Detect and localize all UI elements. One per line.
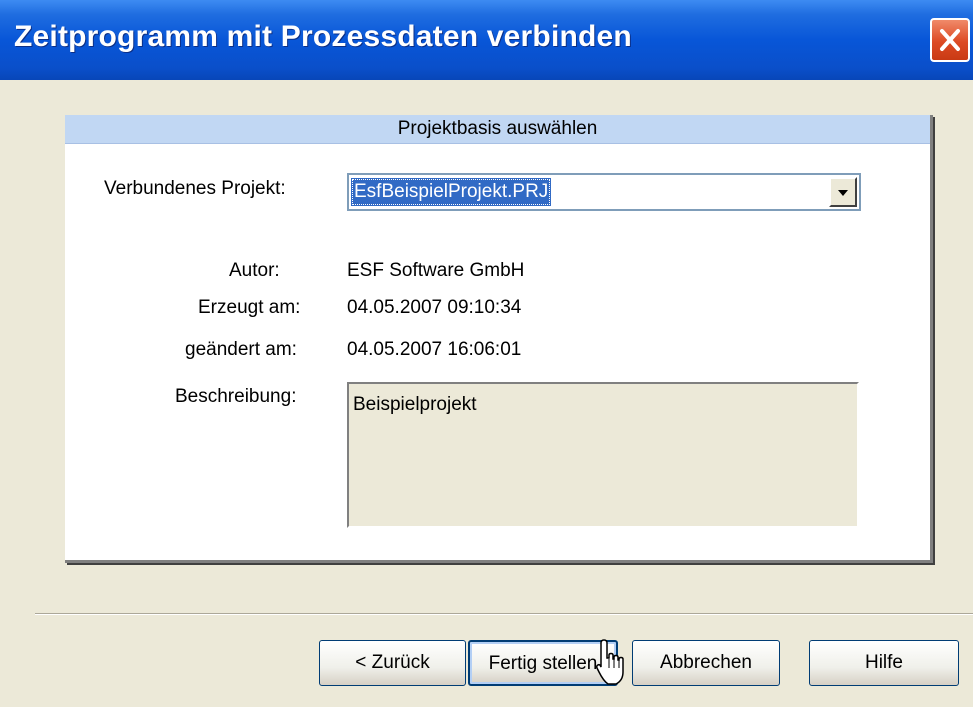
author-value: ESF Software GmbH <box>347 260 525 281</box>
panel-header: Projektbasis auswählen <box>65 115 930 144</box>
created-label: Erzeugt am: <box>198 297 301 318</box>
author-label: Autor: <box>229 260 280 281</box>
changed-label: geändert am: <box>185 339 297 360</box>
project-label: Verbundenes Projekt: <box>104 178 286 199</box>
cancel-button[interactable]: Abbrechen <box>632 640 780 686</box>
separator <box>35 613 973 615</box>
dropdown-button[interactable] <box>829 177 857 207</box>
created-value: 04.05.2007 09:10:34 <box>347 297 522 318</box>
title-bar[interactable]: Zeitprogramm mit Prozessdaten verbinden <box>0 0 973 80</box>
close-button[interactable] <box>930 18 970 62</box>
window-title: Zeitprogramm mit Prozessdaten verbinden <box>14 20 632 53</box>
help-button[interactable]: Hilfe <box>809 640 959 686</box>
description-label: Beschreibung: <box>175 386 297 407</box>
project-select-value: EsfBeispielProjekt.PRJ <box>351 178 552 206</box>
wizard-dialog: Zeitprogramm mit Prozessdaten verbinden … <box>0 0 973 707</box>
project-basis-panel: Projektbasis auswählen Verbundenes Proje… <box>65 115 933 563</box>
changed-value: 04.05.2007 16:06:01 <box>347 339 522 360</box>
description-field[interactable]: Beispielprojekt <box>347 382 859 528</box>
back-button[interactable]: < Zurück <box>319 640 466 686</box>
mouse-pointer-icon <box>596 639 624 685</box>
close-icon <box>940 29 960 51</box>
project-select[interactable]: EsfBeispielProjekt.PRJ <box>347 173 861 211</box>
chevron-down-icon <box>838 190 848 196</box>
description-value: Beispielprojekt <box>353 394 477 415</box>
